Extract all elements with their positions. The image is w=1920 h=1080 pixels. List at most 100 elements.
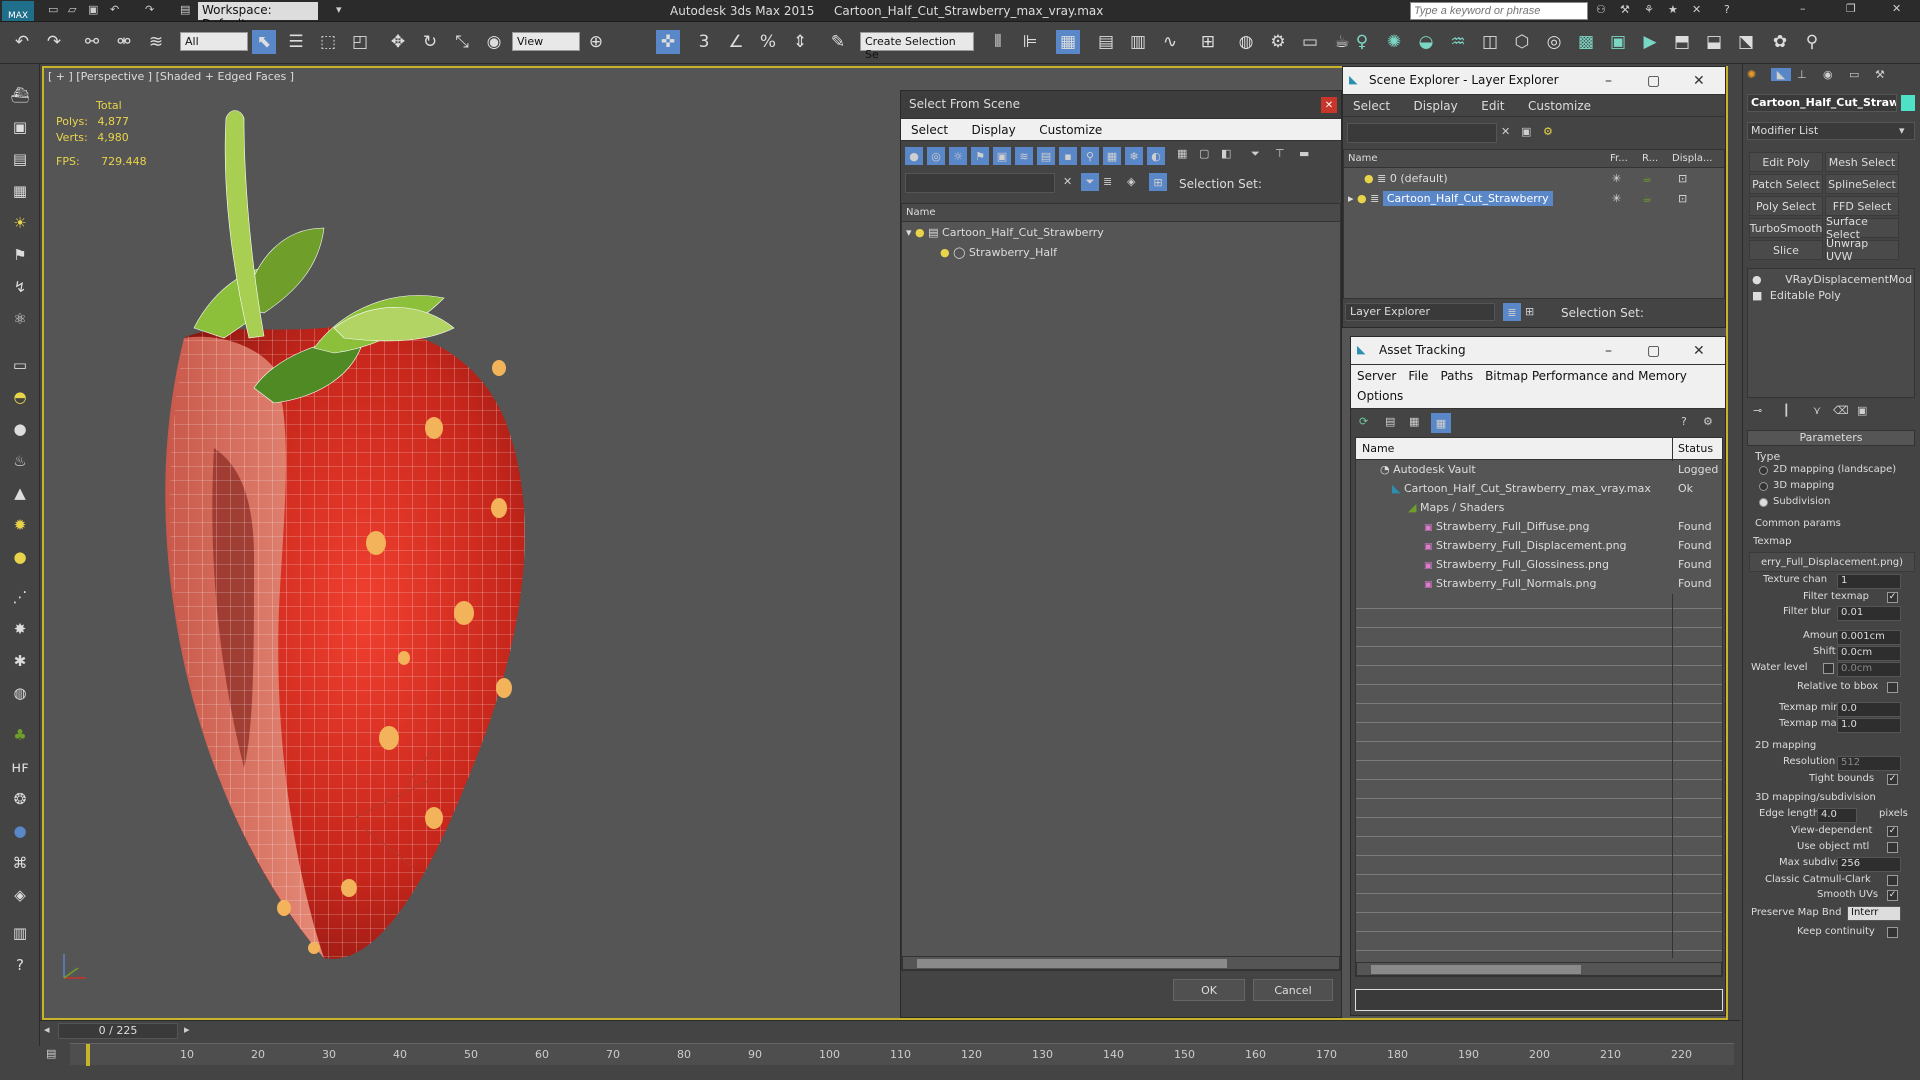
group-filter-icon[interactable]: ▤ (1037, 147, 1055, 165)
asset-row[interactable]: ◢ Maps / Shaders (1356, 499, 1722, 518)
add-to-layer-icon[interactable]: ⚙ (1543, 125, 1553, 138)
utilities-tab-icon[interactable]: ⚒ (1875, 68, 1885, 81)
radio-3d-mapping[interactable] (1759, 482, 1768, 491)
star-icon[interactable]: ★ (1668, 3, 1678, 16)
spinner-snap-icon[interactable]: ⇕ (788, 30, 812, 54)
restore-icon[interactable]: ▢ (1647, 343, 1660, 359)
vray-lightlister-icon[interactable]: ✿ (1768, 30, 1792, 54)
display-icon[interactable]: ⊡ (1678, 192, 1687, 205)
cloth-icon[interactable]: ❂ (8, 788, 32, 810)
asset-path-field[interactable] (1355, 989, 1723, 1011)
schematic-icon[interactable]: ⊞ (1196, 30, 1220, 54)
container-filter-icon[interactable]: ▦ (1103, 147, 1121, 165)
settings-icon[interactable]: ⚙ (1703, 415, 1713, 428)
ok-button[interactable]: OK (1173, 979, 1245, 1001)
find-case-icon[interactable]: ⏷ (1081, 173, 1099, 191)
list-icon[interactable]: ▤ (8, 148, 32, 170)
asset-list[interactable]: Name Status ◔ Autodesk Vault Logged ◣ Car… (1355, 437, 1723, 977)
vray-dome-icon[interactable]: ◒ (1414, 30, 1438, 54)
pin-stack-icon[interactable]: ⊸ (1753, 404, 1762, 417)
surface-select-button[interactable]: Surface Select (1825, 215, 1899, 241)
window-close-icon[interactable]: ✕ (1693, 343, 1705, 359)
hf-icon[interactable]: ʜꜰ (8, 756, 32, 778)
project-icon[interactable]: ▤ (180, 3, 190, 16)
bind-space-warp-icon[interactable]: ≋ (144, 30, 168, 54)
hierarchy-mode-icon[interactable]: ⊞ (1525, 305, 1534, 318)
new-layer-icon[interactable]: ▣ (1521, 125, 1531, 138)
selection-set-icon[interactable]: ⊞ (1149, 173, 1167, 191)
hierarchy-icon[interactable]: ⊤ (1275, 147, 1285, 160)
layer-icon[interactable]: ≣ (1103, 175, 1112, 188)
asset-row[interactable]: ▣ Strawberry_Full_Glossiness.png Found (1356, 556, 1722, 575)
undo-icon[interactable]: ↶ (110, 3, 119, 16)
render-teapot-icon[interactable]: ☕ (1642, 172, 1652, 185)
create-tab-icon[interactable]: ✺ (1747, 68, 1756, 81)
viewport-label[interactable]: [ + ] [Perspective ] [Shaded + Edged Fac… (48, 70, 294, 83)
menu-select[interactable]: Select (901, 119, 958, 141)
tree-row[interactable]: ▾ ● ▤ Cartoon_Half_Cut_Strawberry (902, 224, 1340, 243)
preserve-map-select[interactable]: Interr (1847, 906, 1901, 921)
filter-texmap-checkbox[interactable]: ✓ (1887, 592, 1898, 603)
horizontal-scrollbar[interactable] (902, 956, 1340, 970)
rotate-icon[interactable]: ↻ (418, 30, 442, 54)
tree-icon[interactable]: ✱ (8, 650, 32, 672)
minimize-icon[interactable]: – (1800, 2, 1806, 15)
asset-row[interactable]: ▣ Strawberry_Full_Normals.png Found (1356, 575, 1722, 594)
object-color-swatch[interactable] (1901, 95, 1915, 111)
display-column-header[interactable]: Displa... (1672, 153, 1712, 164)
vray-tool-icon[interactable]: ⛴ (8, 84, 32, 106)
clear-search-icon[interactable]: ✕ (1501, 125, 1510, 138)
vray-mesh-icon[interactable]: ◫ (1478, 30, 1502, 54)
window-close-icon[interactable]: ✕ (1693, 73, 1705, 89)
mirror-icon[interactable]: ⫴ (986, 30, 1010, 54)
snaps-toggle-icon[interactable]: 3 (692, 30, 716, 54)
dialog-close-button[interactable]: ✕ (1321, 97, 1337, 113)
view-dependent-checkbox[interactable]: ✓ (1887, 826, 1898, 837)
hierarchy-tab-icon[interactable]: ⊥ (1797, 68, 1807, 81)
warp-filter-icon[interactable]: ≋ (1015, 147, 1033, 165)
percent-snap-icon[interactable]: % (756, 30, 780, 54)
render-setup-icon[interactable]: ⚙ (1266, 30, 1290, 54)
sphere-light-icon[interactable]: ● (8, 418, 32, 440)
window-close-icon[interactable]: ✕ (1892, 2, 1901, 15)
edge-length-field[interactable]: 4.0 (1817, 808, 1857, 823)
binoculars-icon[interactable]: ⚇ (1596, 3, 1606, 16)
minimize-icon[interactable]: – (1605, 73, 1612, 89)
explorer-type-select[interactable]: Layer Explorer (1345, 303, 1495, 321)
modifier-list-select[interactable]: Modifier List (1747, 122, 1915, 140)
object-name-field[interactable]: Cartoon_Half_Cut_Straw (1747, 94, 1897, 112)
edit-poly-button[interactable]: Edit Poly (1749, 152, 1823, 172)
render-column-header[interactable]: R... (1642, 153, 1658, 164)
material-editor-icon[interactable]: ◍ (1234, 30, 1258, 54)
radio-2d-mapping[interactable] (1759, 466, 1768, 475)
chevron-left-icon[interactable]: ◂ (44, 1023, 50, 1036)
cone-icon[interactable]: ▲ (8, 482, 32, 504)
bone-filter-icon[interactable]: ⚲ (1081, 147, 1099, 165)
vray-proxy-icon[interactable]: ⬡ (1510, 30, 1534, 54)
close-x-icon[interactable]: ✕ (1692, 3, 1701, 16)
light-bulb-icon[interactable]: ● (940, 246, 950, 259)
bar-icon[interactable]: ▥ (8, 922, 32, 944)
layer-row[interactable]: ▸ ● ≣ Cartoon_Half_Cut_Strawberry ✳ ☕ ⊡ (1344, 190, 1724, 209)
vray-sphere-icon[interactable]: ▩ (1574, 30, 1598, 54)
chevron-right-icon[interactable]: ▸ (184, 1023, 190, 1036)
filter-blur-field[interactable]: 0.01 (1837, 606, 1901, 621)
water-level-checkbox[interactable] (1823, 663, 1834, 674)
radio-subdivision[interactable] (1759, 498, 1768, 507)
menu-select[interactable]: Select (1343, 95, 1400, 117)
vray-sun-icon[interactable]: ✺ (1382, 30, 1406, 54)
chevron-down-icon[interactable]: ▾ (906, 226, 912, 239)
ball-icon[interactable]: ● (8, 546, 32, 568)
place-icon[interactable]: ◉ (482, 30, 506, 54)
name-column-header[interactable]: Name (1362, 442, 1394, 455)
redo-icon[interactable]: ↷ (145, 3, 154, 16)
rect-selection-icon[interactable]: ⬚ (316, 30, 340, 54)
curve-editor-icon[interactable]: ∿ (1158, 30, 1182, 54)
parameters-rollout-header[interactable]: Parameters (1747, 430, 1915, 446)
configure-sets-icon[interactable]: ▣ (1857, 404, 1867, 417)
resolution-field[interactable]: 512 (1837, 756, 1901, 771)
motion-tab-icon[interactable]: ◉ (1823, 68, 1833, 81)
layer-manager-icon[interactable]: ▦ (1056, 30, 1080, 54)
render-frame-icon[interactable]: ▭ (1298, 30, 1322, 54)
angle-snap-icon[interactable]: ∠ (724, 30, 748, 54)
